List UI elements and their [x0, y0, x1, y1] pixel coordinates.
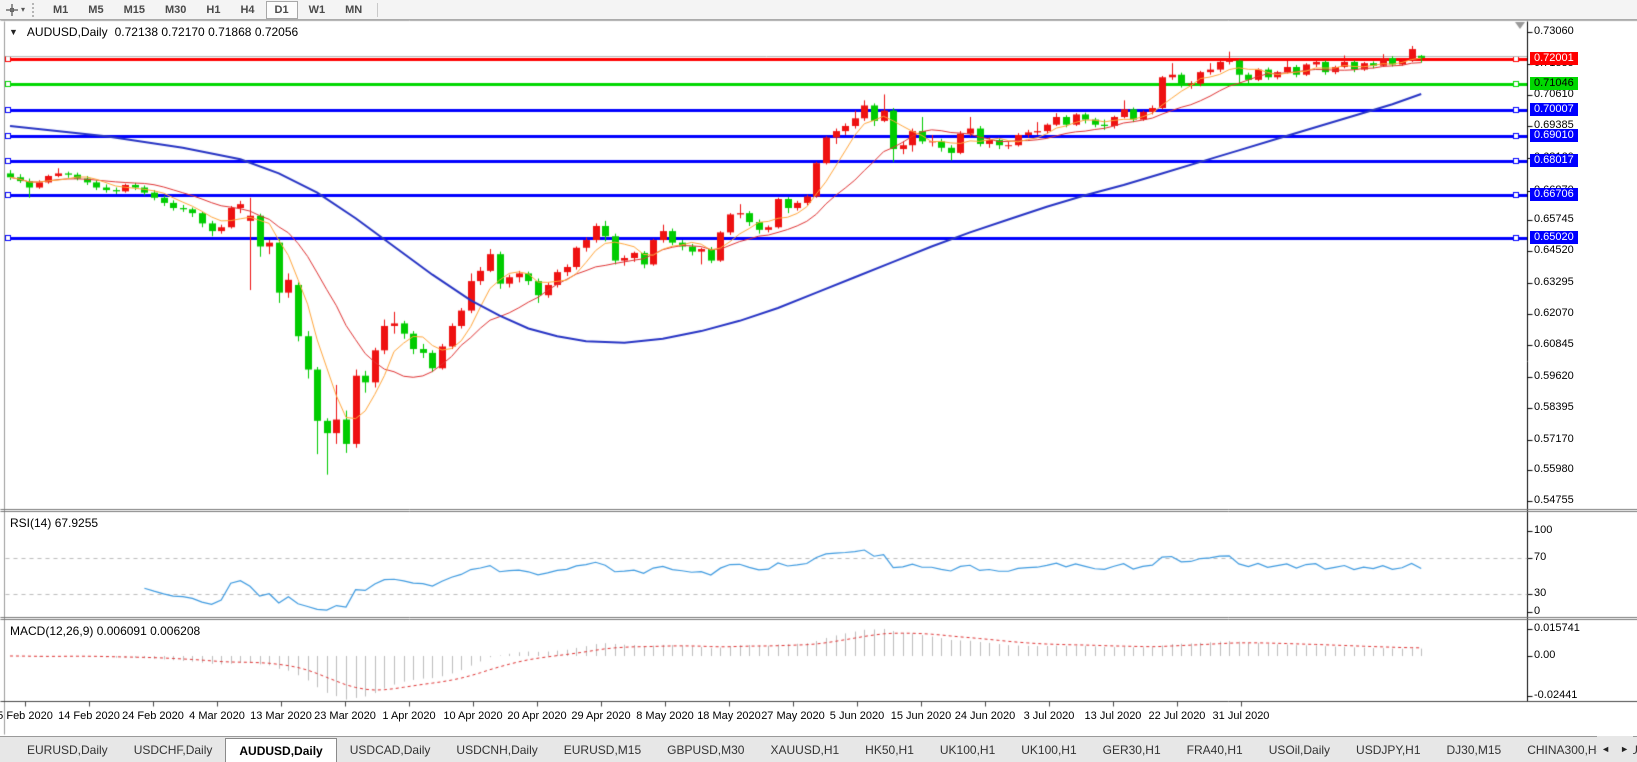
tab-xauusd-h1[interactable]: XAUUSD,H1: [757, 737, 852, 762]
timeframe-button-m5[interactable]: M5: [79, 1, 112, 19]
tab-dj30-m15[interactable]: DJ30,M15: [1434, 737, 1515, 762]
timeframe-button-m15[interactable]: M15: [115, 1, 154, 19]
hline-price-label: 0.71046: [1530, 77, 1578, 90]
axis-tick-label: 0.57170: [1534, 433, 1574, 445]
timeframe-button-m30[interactable]: M30: [156, 1, 195, 19]
hline-price-label: 0.70007: [1530, 103, 1578, 116]
timeframe-button-mn[interactable]: MN: [336, 1, 371, 19]
timeframe-button-d1[interactable]: D1: [266, 1, 298, 19]
hline-price-label: 0.72001: [1530, 52, 1578, 65]
cursor-tool-button[interactable]: ▾: [0, 1, 28, 19]
tab-scroll-left-icon[interactable]: ◄: [1601, 744, 1610, 754]
tab-gbpusd-m30[interactable]: GBPUSD,M30: [654, 737, 757, 762]
timeframe-button-m1[interactable]: M1: [44, 1, 77, 19]
tab-hk50-h1[interactable]: HK50,H1: [852, 737, 927, 762]
tab-fra40-h1[interactable]: FRA40,H1: [1174, 737, 1256, 762]
tab-usdjpy-h1[interactable]: USDJPY,H1: [1343, 737, 1433, 762]
date-label: 31 Jul 2020: [1196, 710, 1286, 722]
axis-tick-label: 0.65745: [1534, 213, 1574, 225]
timeframe-button-h4[interactable]: H4: [231, 1, 263, 19]
axis-tick-label: 0.59620: [1534, 370, 1574, 382]
tab-ger30-h1[interactable]: GER30,H1: [1090, 737, 1174, 762]
price-chart-canvas[interactable]: [0, 20, 1637, 736]
tab-eurusd-m15[interactable]: EURUSD,M15: [551, 737, 654, 762]
tab-usdcad-daily[interactable]: USDCAD,Daily: [337, 737, 444, 762]
price-axis[interactable]: 0.730600.718350.706100.693850.681600.668…: [1528, 20, 1637, 736]
tab-scroll-controls: ◄ ►: [1597, 736, 1633, 762]
axis-tick-label: 0.00: [1534, 649, 1555, 661]
crosshair-icon: [5, 3, 19, 17]
tab-usdcnh-daily[interactable]: USDCNH,Daily: [443, 737, 550, 762]
tab-audusd-daily[interactable]: AUDUSD,Daily: [225, 738, 336, 762]
chart-ohlc: 0.72138 0.72170 0.71868 0.72056: [115, 25, 299, 39]
axis-tick-label: -0.02441: [1534, 689, 1577, 701]
axis-tick-label: 30: [1534, 587, 1546, 599]
tab-eurusd-daily[interactable]: EURUSD,Daily: [14, 737, 121, 762]
axis-tick-label: 0.60845: [1534, 338, 1574, 350]
timeframe-button-w1[interactable]: W1: [300, 1, 335, 19]
axis-tick-label: 0.62070: [1534, 307, 1574, 319]
toolbar-separator: [377, 3, 378, 17]
expander-icon[interactable]: ▼: [9, 27, 18, 37]
hline-price-label: 0.69010: [1530, 129, 1578, 142]
chart-title: ▼ AUDUSD,Daily 0.72138 0.72170 0.71868 0…: [9, 25, 298, 39]
hline-price-label: 0.68017: [1530, 154, 1578, 167]
axis-tick-label: 100: [1534, 524, 1552, 536]
axis-tick-label: 70: [1534, 551, 1546, 563]
hline-price-label: 0.65020: [1530, 231, 1578, 244]
timeframe-button-h1[interactable]: H1: [197, 1, 229, 19]
rsi-label: RSI(14) 67.9255: [10, 516, 98, 530]
tab-usoil-daily[interactable]: USOil,Daily: [1256, 737, 1343, 762]
tab-scroll-right-icon[interactable]: ►: [1620, 744, 1629, 754]
toolbar: ▾ M1M5M15M30H1H4D1W1MN: [0, 0, 1637, 20]
chevron-down-icon: ▾: [21, 5, 25, 14]
axis-tick-label: 0.64520: [1534, 244, 1574, 256]
tab-uk100-h1[interactable]: UK100,H1: [1008, 737, 1089, 762]
chart-symbol-label: AUDUSD,Daily: [27, 25, 108, 39]
axis-tick-label: 0.55980: [1534, 463, 1574, 475]
axis-tick-label: 0: [1534, 605, 1540, 617]
axis-tick-label: 0.54755: [1534, 494, 1574, 506]
macd-label: MACD(12,26,9) 0.006091 0.006208: [10, 624, 200, 638]
time-axis[interactable]: 5 Feb 202014 Feb 202024 Feb 20204 Mar 20…: [0, 706, 1527, 726]
axis-tick-label: 0.63295: [1534, 276, 1574, 288]
toolbar-grip: [32, 3, 37, 17]
axis-tick-label: 0.73060: [1534, 25, 1574, 37]
chart-tab-bar: EURUSD,DailyUSDCHF,DailyAUDUSD,DailyUSDC…: [0, 736, 1637, 762]
hline-price-label: 0.66706: [1530, 188, 1578, 201]
axis-tick-label: 0.58395: [1534, 401, 1574, 413]
timeframe-buttons: M1M5M15M30H1H4D1W1MN: [43, 1, 372, 19]
tab-usdchf-daily[interactable]: USDCHF,Daily: [121, 737, 226, 762]
tab-uk100-h1[interactable]: UK100,H1: [927, 737, 1008, 762]
axis-tick-label: 0.015741: [1534, 622, 1580, 634]
